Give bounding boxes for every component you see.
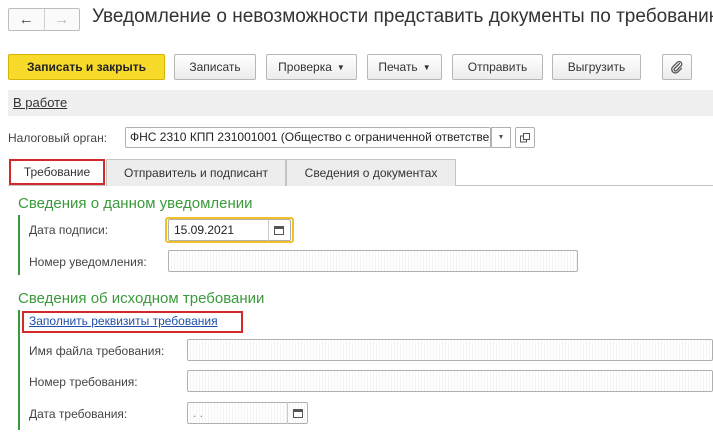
export-button[interactable]: Выгрузить <box>552 54 641 80</box>
nav-buttons: ← → <box>8 8 80 31</box>
check-label: Проверка <box>278 60 332 74</box>
status-bar <box>8 90 713 116</box>
file-name-field[interactable] <box>187 339 713 361</box>
status-link[interactable]: В работе <box>13 95 67 110</box>
tab-documents-info[interactable]: Сведения о документах <box>286 159 456 186</box>
requirement-number-label: Номер требования: <box>29 375 138 389</box>
print-dropdown-button[interactable]: Печать ▼ <box>367 54 442 80</box>
sign-date-label: Дата подписи: <box>29 223 109 237</box>
sign-date-calendar-button[interactable] <box>268 219 288 241</box>
requirement-date-calendar-button[interactable] <box>287 402 307 424</box>
arrow-right-icon: → <box>54 11 70 28</box>
window-title: Уведомление о невозможности представить … <box>92 6 713 27</box>
requirement-date-label: Дата требования: <box>29 407 128 421</box>
fill-requirement-link[interactable]: Заполнить реквизиты требования <box>29 314 218 328</box>
tax-authority-dropdown[interactable]: ▼ <box>491 127 511 148</box>
paperclip-icon <box>671 60 683 74</box>
requirement-number-field[interactable] <box>187 370 713 392</box>
tax-authority-open-button[interactable] <box>515 127 535 148</box>
notification-number-field[interactable] <box>168 250 578 272</box>
tab-requirement[interactable]: Требование <box>9 159 105 185</box>
back-button[interactable]: ← <box>9 9 45 30</box>
calendar-icon <box>292 409 303 418</box>
tax-authority-label: Налоговый орган: <box>8 131 108 145</box>
section-notification-title: Сведения о данном уведомлении <box>18 195 253 212</box>
section-requirement-title: Сведения об исходном требовании <box>18 290 265 307</box>
print-label: Печать <box>378 60 418 74</box>
save-button[interactable]: Записать <box>174 54 256 80</box>
send-button[interactable]: Отправить <box>452 54 543 80</box>
arrow-left-icon: ← <box>18 11 34 28</box>
chevron-down-icon: ▼ <box>497 134 505 141</box>
file-name-label: Имя файла требования: <box>29 344 165 358</box>
calendar-icon <box>273 226 284 235</box>
tab-sender-signer[interactable]: Отправитель и подписант <box>106 159 286 186</box>
chevron-down-icon: ▼ <box>336 62 345 72</box>
chevron-down-icon: ▼ <box>422 62 431 72</box>
notification-number-label: Номер уведомления: <box>29 255 147 269</box>
check-dropdown-button[interactable]: Проверка ▼ <box>266 54 357 80</box>
section-divider-line <box>18 310 20 430</box>
attach-button[interactable] <box>662 54 692 80</box>
forward-button[interactable]: → <box>45 9 80 30</box>
open-window-icon <box>520 132 530 142</box>
tax-authority-field[interactable]: ФНС 2310 КПП 231001001 (Общество с огран… <box>125 127 491 148</box>
save-and-close-button[interactable]: Записать и закрыть <box>8 54 165 80</box>
section-divider-line <box>18 215 20 275</box>
